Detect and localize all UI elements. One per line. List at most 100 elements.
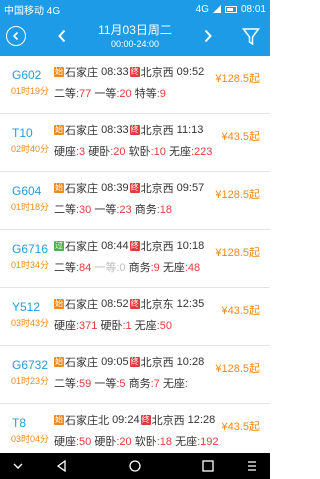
dest-station: 北京西 (140, 357, 174, 369)
price-label: ¥43.5起 (221, 421, 260, 433)
train-number: G604 (12, 184, 42, 198)
seat-count: :0 (116, 262, 126, 274)
train-number: G6732 (12, 358, 49, 372)
seat-count: :59 (76, 378, 92, 390)
seat-count: :20 (110, 146, 126, 158)
dest-station: 北京西 (140, 67, 174, 79)
travel-duration: 03时43分 (11, 318, 50, 328)
seat-class: 硬座 (54, 320, 76, 332)
seat-count: :10 (150, 146, 166, 158)
route-line: 始 石家庄 08:39 终 北京西 09:57 (54, 180, 204, 196)
seat-class: 软卧 (134, 436, 157, 448)
depart-time: 09:05 (101, 356, 129, 368)
clock: 08:01 (240, 3, 266, 15)
price-label: ¥43.5起 (221, 305, 260, 317)
train-row[interactable]: G6716 01时34分 过 石家庄 08:44 终 北京西 10:18 二等:… (0, 230, 270, 288)
nav-back-icon[interactable] (54, 458, 70, 474)
depart-time: 08:33 (101, 66, 129, 78)
seat-count: :48 (184, 262, 201, 274)
seat-count: :371 (76, 320, 98, 332)
arrive-time: 09:52 (176, 66, 205, 78)
nav-recent-icon[interactable] (200, 458, 216, 474)
seat-class: 硬座 (54, 146, 76, 158)
train-row[interactable]: Y512 03时43分 始 石家庄 08:52 终 北京东 12:35 硬座:3… (0, 288, 270, 346)
seat-line: 二等:30 一等:23 商务:18 (54, 201, 172, 217)
seat-class: 硬座 (54, 436, 76, 448)
route-line: 始 石家庄北 09:24 终 北京西 12:28 (54, 412, 215, 428)
seat-class: 特等 (134, 88, 157, 100)
signal-icon (212, 5, 221, 13)
train-row[interactable]: G604 01时18分 始 石家庄 08:39 终 北京西 09:57 二等:3… (0, 172, 270, 230)
dest-station: 北京西 (140, 183, 174, 195)
seat-class: 一等 (94, 262, 117, 274)
seat-class: 商务 (128, 378, 151, 390)
travel-duration: 03时04分 (11, 434, 50, 444)
seat-class: 软卧 (128, 146, 151, 158)
price-label: ¥128.5起 (215, 363, 260, 375)
battery-icon (224, 5, 237, 13)
net-label: 4G (195, 3, 209, 15)
route-line: 过 石家庄 08:44 终 北京西 10:18 (54, 238, 204, 254)
prev-day-icon[interactable] (52, 24, 72, 48)
status-bar: 中国移动 4G 4G 08:01 (0, 0, 270, 18)
depart-time: 08:52 (101, 298, 129, 310)
origin-station: 石家庄 (65, 183, 98, 195)
train-row[interactable]: G602 01时19分 始 石家庄 08:33 终 北京西 09:52 二等:7… (0, 56, 270, 114)
travel-duration: 02时40分 (11, 144, 50, 154)
seat-class: 无座 (162, 262, 185, 274)
seat-count: :9 (150, 262, 160, 274)
train-number: T10 (12, 126, 33, 140)
seat-class: 硬卧 (94, 436, 117, 448)
seat-class: 无座 (134, 320, 157, 332)
train-row[interactable]: T10 02时40分 始 石家庄 08:33 终 北京西 11:13 硬座:3 … (0, 114, 270, 172)
seat-line: 硬座:3 硬卧:20 软卧:10 无座:223 (54, 143, 212, 159)
seat-line: 二等:84 一等:0 商务:9 无座:48 (54, 259, 200, 275)
seat-count: :23 (116, 204, 132, 216)
route-line: 始 石家庄 08:52 终 北京东 12:35 (54, 296, 204, 312)
price-label: ¥128.5起 (215, 189, 260, 201)
origin-station: 石家庄 (65, 357, 98, 369)
seat-class: 硬卧 (88, 146, 111, 158)
origin-badge: 过 (54, 241, 64, 251)
route-line: 始 石家庄 09:05 终 北京西 10:28 (54, 354, 204, 370)
seat-line: 二等:59 一等:5 商务:7 无座: (54, 375, 188, 391)
origin-badge: 始 (54, 357, 64, 367)
dest-badge: 终 (129, 299, 140, 309)
seat-count: : (184, 378, 188, 390)
seat-class: 硬卧 (100, 320, 123, 332)
back-icon[interactable] (6, 26, 26, 46)
train-row[interactable]: T8 03时04分 始 石家庄北 09:24 终 北京西 12:28 硬座:50… (0, 404, 270, 453)
train-number: T8 (12, 416, 27, 430)
seat-count: :18 (156, 204, 173, 216)
train-number: G602 (12, 68, 42, 82)
seat-count: :1 (122, 320, 132, 332)
dest-station: 北京西 (151, 415, 185, 427)
seat-class: 无座 (175, 436, 198, 448)
arrive-time: 11:13 (176, 124, 204, 136)
next-day-icon[interactable] (198, 24, 218, 48)
arrive-time: 12:35 (176, 298, 205, 310)
filter-icon[interactable] (242, 27, 260, 47)
price-label: ¥43.5起 (221, 131, 260, 143)
seat-count: :5 (116, 378, 126, 390)
train-list: G602 01时19分 始 石家庄 08:33 终 北京西 09:52 二等:7… (0, 56, 270, 453)
travel-duration: 01时34分 (11, 260, 50, 270)
seat-class: 二等 (54, 262, 76, 274)
nav-menu-icon[interactable] (244, 458, 260, 474)
nav-home-icon[interactable] (127, 458, 143, 474)
train-row[interactable]: G6732 01时23分 始 石家庄 09:05 终 北京西 10:28 二等:… (0, 346, 270, 404)
seat-class: 二等 (54, 88, 76, 100)
travel-duration: 01时18分 (11, 202, 50, 212)
seat-count: :30 (76, 204, 92, 216)
seat-count: :9 (156, 88, 166, 100)
date-title: 11月03日周二 (98, 23, 172, 37)
nav-hide-icon[interactable] (10, 458, 26, 474)
travel-duration: 01时19分 (11, 86, 50, 96)
seat-class: 商务 (128, 262, 151, 274)
seat-count: :18 (156, 436, 173, 448)
origin-station: 石家庄北 (65, 415, 109, 427)
arrive-time: 12:28 (187, 414, 216, 426)
seat-line: 二等:77 一等:20 特等:9 (54, 85, 166, 101)
dest-badge: 终 (129, 357, 140, 367)
seat-class: 二等 (54, 378, 76, 390)
